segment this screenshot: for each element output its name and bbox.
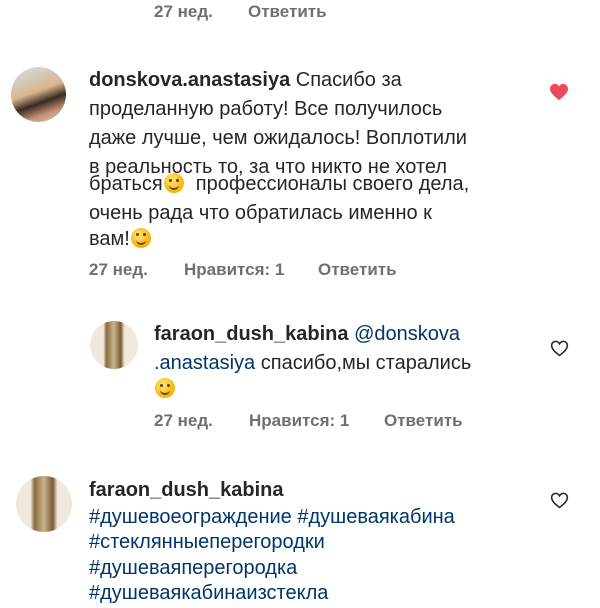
comment-fragment: вам! bbox=[89, 228, 130, 250]
comment-line: даже лучше, чем ожидалось! Воплотили bbox=[89, 127, 467, 149]
comment-line-with-emoji: браться профессионалы своего дела, bbox=[89, 170, 469, 199]
heart-filled-icon[interactable] bbox=[549, 83, 569, 101]
hashtag-link[interactable]: #душеваякабинаизстекла bbox=[89, 582, 328, 604]
comment-line-with-emoji: вам! bbox=[89, 225, 152, 254]
hashtag-line: #душеваякабинаизстекла bbox=[89, 579, 328, 608]
reply-emoji-line bbox=[154, 375, 176, 404]
hashtag-line: #стеклянныеперегородки bbox=[89, 528, 325, 557]
mention-link[interactable]: .anastasiya bbox=[154, 352, 255, 374]
comment-fragment: браться bbox=[89, 173, 163, 195]
username[interactable]: faraon_dush_kabina bbox=[154, 323, 349, 345]
heart-outline-icon[interactable] bbox=[550, 340, 569, 357]
comment-line: проделанную работу! Все получилось bbox=[89, 98, 443, 120]
hashtag-link[interactable]: #душеваяперегородка bbox=[89, 557, 297, 579]
reply-text: faraon_dush_kabina @donskova bbox=[154, 320, 460, 349]
hashtag-link[interactable]: #стеклянныеперегородки bbox=[89, 531, 325, 553]
comment-time: 27 нед. bbox=[154, 411, 213, 430]
comment-time: 27 нед. bbox=[89, 260, 148, 279]
comment-line: Спасибо за bbox=[295, 69, 402, 91]
avatar[interactable] bbox=[11, 67, 66, 122]
hashtag-link[interactable]: #душеваякабина bbox=[297, 506, 454, 528]
smiling-face-emoji-icon bbox=[163, 173, 184, 193]
smiling-face-emoji-icon bbox=[155, 378, 175, 398]
mention-link[interactable]: @donskova bbox=[354, 323, 460, 345]
comment-line: очень рада что обратилась именно к bbox=[89, 202, 432, 224]
username[interactable]: faraon_dush_kabina bbox=[89, 479, 284, 501]
reply-button[interactable]: Ответить bbox=[248, 2, 327, 22]
reply-fragment: спасибо,мы старались bbox=[260, 352, 472, 374]
comment-text: donskova.anastasiya Спасибо за bbox=[89, 66, 402, 95]
reply-text-line: .anastasiya спасибо,мы старались bbox=[154, 349, 471, 378]
comment-fragment: профессионалы своего дела, bbox=[195, 173, 470, 195]
reply-button[interactable]: Ответить bbox=[318, 260, 397, 280]
hugging-face-emoji-icon bbox=[130, 228, 151, 248]
likes-count[interactable]: Нравится: 1 bbox=[249, 411, 349, 431]
reply-button[interactable]: Ответить bbox=[384, 411, 463, 431]
avatar[interactable] bbox=[16, 476, 72, 532]
heart-outline-icon[interactable] bbox=[550, 492, 569, 509]
likes-count[interactable]: Нравится: 1 bbox=[184, 260, 284, 280]
comment-time: 27 нед. bbox=[154, 2, 213, 21]
username[interactable]: donskova.anastasiya bbox=[89, 69, 290, 91]
avatar[interactable] bbox=[90, 321, 138, 369]
username-line: faraon_dush_kabina bbox=[89, 476, 284, 505]
hashtag-link[interactable]: #душевоеограждение bbox=[89, 506, 292, 528]
